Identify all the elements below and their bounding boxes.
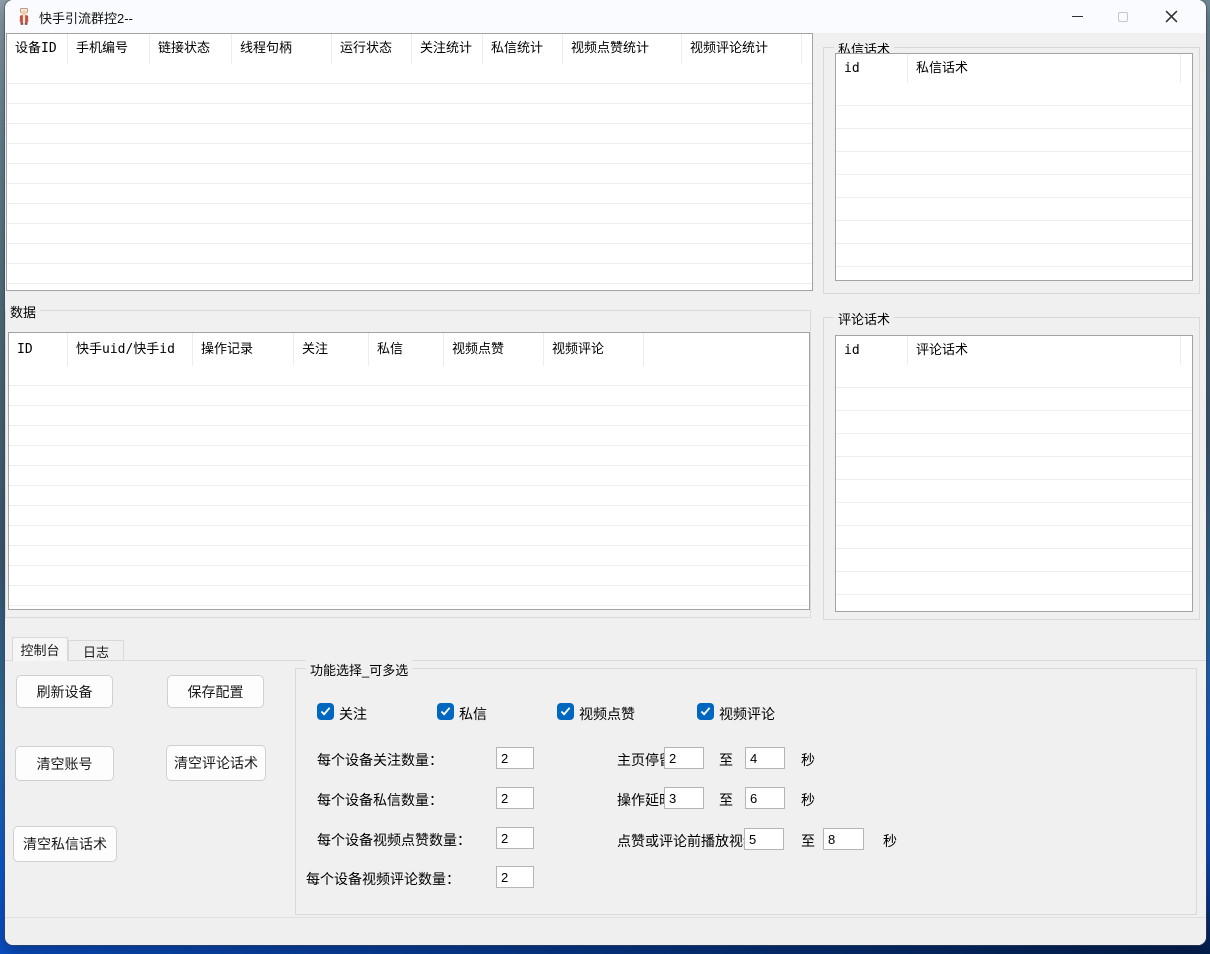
pm-script-table[interactable]: id 私信话术 [835, 53, 1193, 281]
range-separator: 至 [801, 831, 815, 851]
unit-seconds: 秒 [801, 750, 815, 770]
home-stay-to-input[interactable] [745, 747, 785, 769]
tab-console[interactable]: 控制台 [12, 637, 68, 661]
checkbox-follow[interactable] [317, 703, 334, 720]
app-window: 快手引流群控2-- 设备ID 手机编号 链接状态 线程句柄 运行状态 关注统计 … [5, 0, 1206, 945]
data-panel-title: 数据 [6, 302, 40, 321]
follow-count-input[interactable] [496, 747, 534, 769]
maximize-icon [1118, 12, 1128, 22]
check-icon [700, 706, 711, 717]
checkbox-pm[interactable] [437, 703, 454, 720]
checkbox-video-like[interactable] [557, 703, 574, 720]
device-table[interactable]: 设备ID 手机编号 链接状态 线程句柄 运行状态 关注统计 私信统计 视频点赞统… [6, 33, 813, 291]
tab-log-label: 日志 [83, 642, 109, 661]
minimize-button[interactable] [1054, 0, 1100, 33]
pm-script-table-body[interactable] [836, 83, 1192, 280]
comment-count-label: 每个设备视频评论数量： [306, 869, 460, 889]
window-title: 快手引流群控2-- [39, 8, 133, 27]
comment-script-table[interactable]: id 评论话术 [835, 335, 1193, 612]
maximize-button[interactable] [1100, 0, 1146, 33]
refresh-devices-button[interactable]: 刷新设备 [16, 675, 113, 708]
clear-accounts-label: 清空账号 [37, 754, 93, 774]
play-before-from-input[interactable] [744, 828, 784, 850]
data-panel: 数据 ID 快手uid/快手id 操作记录 关注 私信 视频点赞 视频评论 [5, 310, 811, 618]
unit-seconds: 秒 [801, 790, 815, 810]
refresh-devices-label: 刷新设备 [37, 682, 93, 702]
check-icon [320, 706, 331, 717]
data-table-body[interactable] [9, 366, 809, 609]
app-icon [16, 8, 32, 25]
checkbox-video-like-label[interactable]: 视频点赞 [579, 704, 635, 724]
device-table-body[interactable] [7, 64, 812, 290]
op-delay-from-input[interactable] [664, 787, 704, 809]
op-delay-to-input[interactable] [745, 787, 785, 809]
function-select-group-title: 功能选择_可多选 [306, 660, 412, 679]
check-icon [440, 706, 451, 717]
like-count-input[interactable] [496, 827, 534, 849]
function-select-group: 功能选择_可多选 关注 私信 视频点赞 视频评论 每个设备关注数量： 每个设备私… [295, 668, 1197, 915]
tab-console-label: 控制台 [20, 640, 59, 659]
pm-script-panel: 私信话术 id 私信话术 [823, 47, 1200, 294]
range-separator: 至 [719, 790, 733, 810]
close-icon [1165, 10, 1178, 23]
clear-pm-scripts-label: 清空私信话术 [23, 834, 107, 854]
tab-divider [5, 660, 1206, 661]
check-icon [560, 706, 571, 717]
tab-log[interactable]: 日志 [68, 640, 124, 661]
status-bar [5, 917, 1206, 945]
close-button[interactable] [1148, 0, 1194, 33]
clear-comment-scripts-label: 清空评论话术 [174, 753, 258, 773]
clear-comment-scripts-button[interactable]: 清空评论话术 [166, 745, 266, 781]
like-count-label: 每个设备视频点赞数量： [317, 830, 471, 850]
play-before-to-input[interactable] [823, 828, 864, 850]
checkbox-follow-label[interactable]: 关注 [339, 704, 367, 724]
unit-seconds: 秒 [883, 831, 897, 851]
save-config-label: 保存配置 [188, 682, 244, 702]
checkbox-video-comment[interactable] [697, 703, 714, 720]
range-separator: 至 [719, 750, 733, 770]
minimize-icon [1072, 16, 1083, 17]
clear-pm-scripts-button[interactable]: 清空私信话术 [13, 826, 117, 862]
clear-accounts-button[interactable]: 清空账号 [15, 746, 114, 781]
home-stay-from-input[interactable] [664, 747, 704, 769]
save-config-button[interactable]: 保存配置 [167, 675, 264, 708]
comment-count-input[interactable] [496, 866, 534, 888]
desktop: { "window": { "title": "快手引流群控2--" }, "d… [0, 0, 1210, 954]
checkbox-pm-label[interactable]: 私信 [459, 704, 487, 724]
comment-script-panel: 评论话术 id 评论话术 [823, 317, 1200, 620]
pm-count-label: 每个设备私信数量： [317, 790, 443, 810]
comment-script-table-body[interactable] [836, 365, 1192, 611]
checkbox-video-comment-label[interactable]: 视频评论 [719, 704, 775, 724]
pm-count-input[interactable] [496, 787, 534, 809]
follow-count-label: 每个设备关注数量： [317, 750, 443, 770]
data-table[interactable]: ID 快手uid/快手id 操作记录 关注 私信 视频点赞 视频评论 [8, 332, 810, 610]
comment-script-panel-title: 评论话术 [834, 309, 894, 328]
title-bar[interactable]: 快手引流群控2-- [5, 0, 1206, 33]
